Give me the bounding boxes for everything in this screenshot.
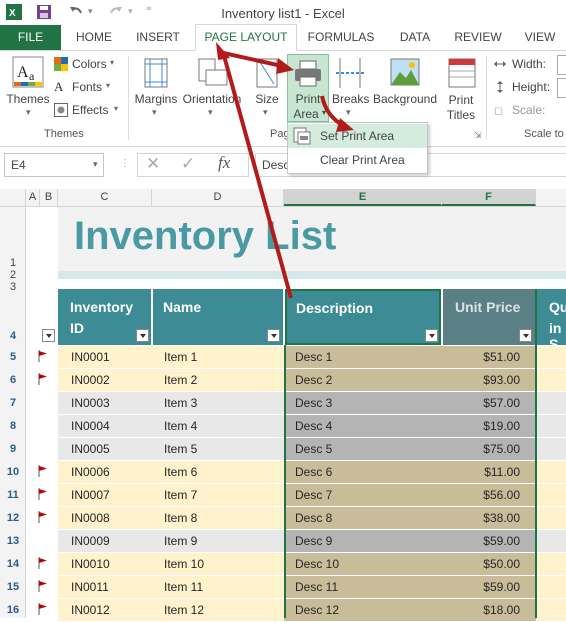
- arrow-head-set-print-area: [336, 118, 354, 132]
- arrow-head-print-area: [276, 58, 294, 74]
- arrow-to-print-area: [218, 50, 283, 68]
- arrow-to-page-layout: [221, 51, 293, 299]
- annotation-arrows: [216, 42, 354, 299]
